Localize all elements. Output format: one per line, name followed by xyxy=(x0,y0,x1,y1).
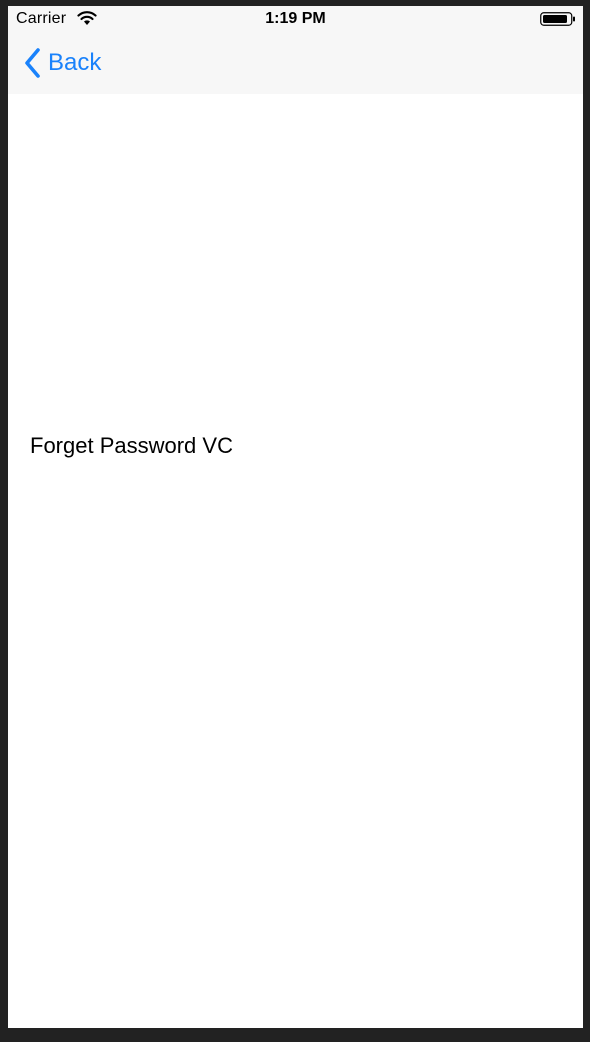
device-screen: Carrier 1:19 PM Back Forget Password VC xyxy=(8,6,583,1028)
back-button[interactable]: Back xyxy=(22,46,101,80)
back-label: Back xyxy=(48,49,102,76)
chevron-left-icon xyxy=(25,48,40,78)
screen-title-label: Forget Password VC xyxy=(30,433,233,458)
status-bar: Carrier 1:19 PM xyxy=(8,6,583,32)
status-time: 1:19 PM xyxy=(265,10,326,27)
battery-icon xyxy=(540,12,575,26)
main-content: Forget Password VC xyxy=(8,94,583,1028)
navigation-bar: Back xyxy=(8,32,583,94)
